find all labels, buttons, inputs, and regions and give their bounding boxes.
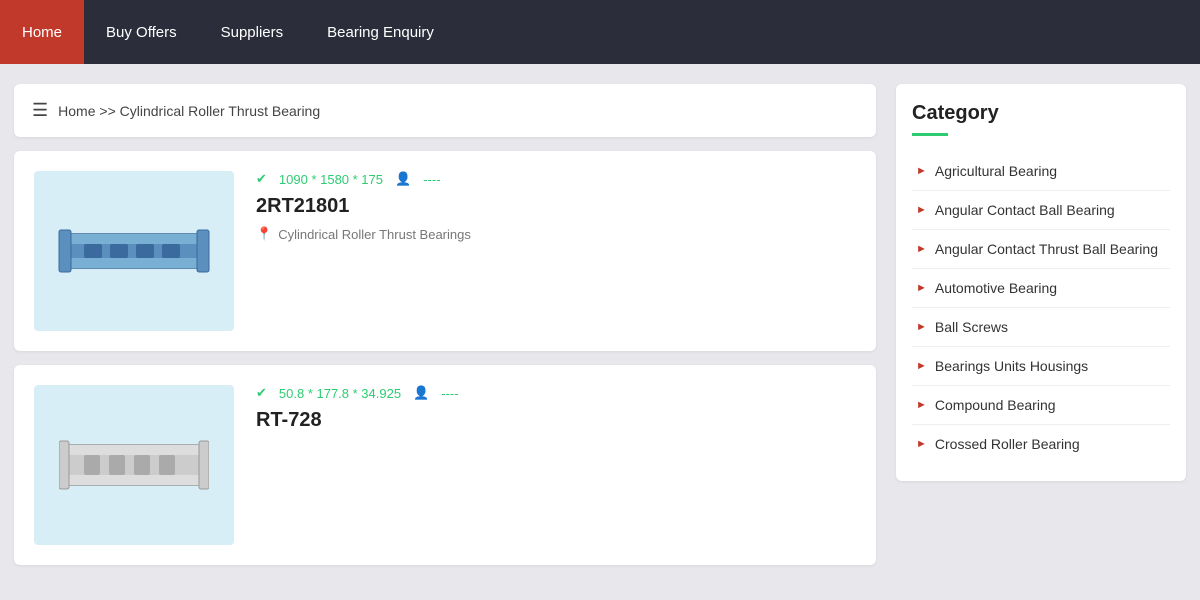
left-column: ☰ Home >> Cylindrical Roller Thrust Bear… — [14, 84, 876, 565]
menu-icon: ☰ — [32, 100, 48, 121]
category-item-compound[interactable]: ► Compound Bearing — [912, 386, 1170, 425]
arrow-icon: ► — [916, 438, 927, 450]
category-title: Category — [912, 102, 1170, 125]
category-card: Category ► Agricultural Bearing ► Angula… — [896, 84, 1186, 481]
arrow-icon: ► — [916, 399, 927, 411]
category-label: Ball Screws — [935, 319, 1008, 335]
category-underline — [912, 133, 948, 136]
breadcrumb-card: ☰ Home >> Cylindrical Roller Thrust Bear… — [14, 84, 876, 137]
product-card-2: ✔ 50.8 * 177.8 * 34.925 👤 ---- RT-728 — [14, 365, 876, 565]
page-body: ☰ Home >> Cylindrical Roller Thrust Bear… — [0, 64, 1200, 585]
user-icon-2: 👤 — [413, 385, 429, 401]
product-image-2[interactable] — [34, 385, 234, 545]
nav-bearing-enquiry[interactable]: Bearing Enquiry — [305, 0, 456, 64]
nav-home[interactable]: Home — [0, 0, 84, 64]
product-users-1: ---- — [423, 172, 440, 187]
arrow-icon: ► — [916, 243, 927, 255]
category-label: Compound Bearing — [935, 397, 1056, 413]
product-card-1: ✔ 1090 * 1580 * 175 👤 ---- 2RT21801 📍 Cy… — [14, 151, 876, 351]
category-label: Angular Contact Ball Bearing — [935, 202, 1115, 218]
product-dimensions-1: 1090 * 1580 * 175 — [279, 172, 383, 187]
category-label: Angular Contact Thrust Ball Bearing — [935, 241, 1158, 257]
category-item-agricultural[interactable]: ► Agricultural Bearing — [912, 152, 1170, 191]
arrow-icon: ► — [916, 204, 927, 216]
arrow-icon: ► — [916, 321, 927, 333]
category-item-angular-contact-ball[interactable]: ► Angular Contact Ball Bearing — [912, 191, 1170, 230]
nav-buy-offers[interactable]: Buy Offers — [84, 0, 199, 64]
breadcrumb: Home >> Cylindrical Roller Thrust Bearin… — [58, 103, 320, 119]
product-dimensions-2: 50.8 * 177.8 * 34.925 — [279, 386, 401, 401]
product-meta-1: ✔ 1090 * 1580 * 175 👤 ---- — [256, 171, 471, 187]
product-name-2[interactable]: RT-728 — [256, 409, 459, 432]
breadcrumb-separator: >> — [99, 103, 119, 119]
arrow-icon: ► — [916, 282, 927, 294]
category-item-automotive[interactable]: ► Automotive Bearing — [912, 269, 1170, 308]
breadcrumb-current: Cylindrical Roller Thrust Bearing — [120, 103, 320, 119]
category-item-angular-contact-thrust[interactable]: ► Angular Contact Thrust Ball Bearing — [912, 230, 1170, 269]
check-icon: ✔ — [256, 171, 267, 187]
pin-icon-1: 📍 — [256, 226, 272, 242]
category-item-ball-screws[interactable]: ► Ball Screws — [912, 308, 1170, 347]
nav-suppliers[interactable]: Suppliers — [199, 0, 306, 64]
product-users-2: ---- — [441, 386, 458, 401]
product-category-label-1: Cylindrical Roller Thrust Bearings — [278, 227, 471, 242]
navbar: Home Buy Offers Suppliers Bearing Enquir… — [0, 0, 1200, 64]
product-name-1[interactable]: 2RT21801 — [256, 195, 471, 218]
product-info-1: ✔ 1090 * 1580 * 175 👤 ---- 2RT21801 📍 Cy… — [256, 171, 471, 331]
product-meta-2: ✔ 50.8 * 177.8 * 34.925 👤 ---- — [256, 385, 459, 401]
check-icon-2: ✔ — [256, 385, 267, 401]
user-icon: 👤 — [395, 171, 411, 187]
category-label: Crossed Roller Bearing — [935, 436, 1080, 452]
product-info-2: ✔ 50.8 * 177.8 * 34.925 👤 ---- RT-728 — [256, 385, 459, 545]
product-category-1: 📍 Cylindrical Roller Thrust Bearings — [256, 226, 471, 242]
category-label: Agricultural Bearing — [935, 163, 1057, 179]
arrow-icon: ► — [916, 360, 927, 372]
category-list: ► Agricultural Bearing ► Angular Contact… — [912, 152, 1170, 463]
arrow-icon: ► — [916, 165, 927, 177]
product-image-1[interactable] — [34, 171, 234, 331]
category-label: Bearings Units Housings — [935, 358, 1088, 374]
category-label: Automotive Bearing — [935, 280, 1057, 296]
category-item-crossed-roller[interactable]: ► Crossed Roller Bearing — [912, 425, 1170, 463]
category-item-bearings-units[interactable]: ► Bearings Units Housings — [912, 347, 1170, 386]
breadcrumb-home[interactable]: Home — [58, 103, 95, 119]
right-sidebar: Category ► Agricultural Bearing ► Angula… — [896, 84, 1186, 565]
